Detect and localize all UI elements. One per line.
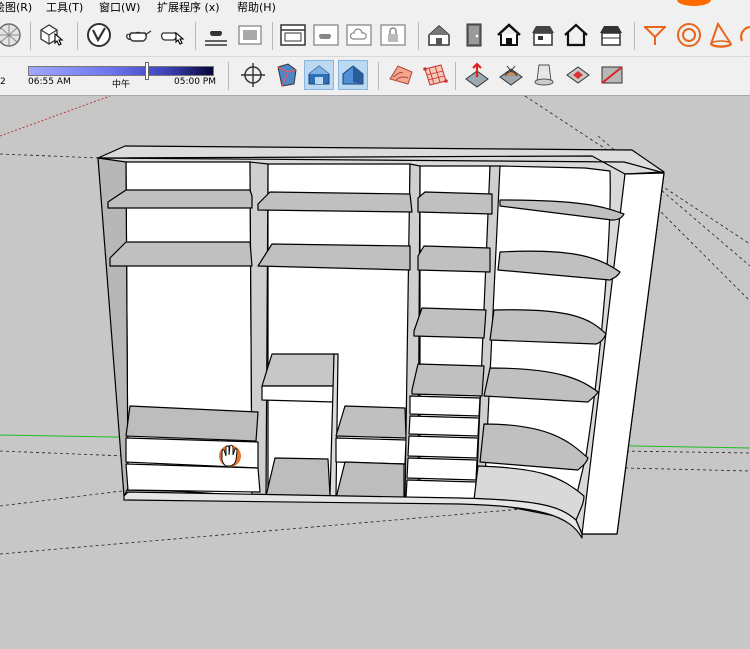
cone-icon [709,21,733,48]
orbit-icon [241,63,265,87]
terrain-icon [389,65,413,85]
component-cursor-icon [40,24,64,46]
toolbar-separator [634,22,635,50]
drape-icon [534,64,554,86]
toolbar-separator [195,22,196,50]
render-region-icon [205,31,227,46]
time-end-label: 05:00 PM [174,77,216,87]
box-gradient-icon [277,63,297,87]
wardrobe-model[interactable] [97,145,665,539]
house-outline-icon [564,23,588,47]
terrain-bump-icon [499,65,523,86]
shadow-time-slider[interactable] [28,66,214,76]
box-gradient-button[interactable] [271,60,301,90]
component-cursor-button[interactable] [37,20,67,50]
funnel-button[interactable] [640,20,670,50]
render-region-button[interactable] [201,20,231,50]
orbit-button[interactable] [238,60,268,90]
menu-bar: 绘图(R) 工具(T) 窗口(W) 扩展程序 (x) 帮助(H) [0,0,750,16]
cone-button[interactable] [707,20,737,50]
house-book-icon [428,24,450,46]
vray-logo-icon [87,23,111,47]
pan-hand-cursor-icon [219,444,241,467]
house-blue-button[interactable] [304,60,334,90]
house-blue-alt-icon [342,65,364,85]
frame-buffer-icon [238,25,262,45]
teapot-hand-icon [160,31,185,45]
time-start-label: 06:55 AM [28,77,71,87]
menu-window[interactable]: 窗口(W) [99,0,140,16]
menu-tools[interactable]: 工具(T) [46,0,83,16]
door-button[interactable] [459,20,489,50]
house-outline-button[interactable] [561,20,591,50]
cloud-render-button[interactable] [344,20,374,50]
shadow-time-panel: 06:55 AM 中午 05:00 PM [22,61,218,91]
frame-buffer-button[interactable] [235,20,265,50]
window-teapot-icon [313,24,339,46]
teapot-icon [126,30,152,42]
funnel-icon [644,26,666,45]
top-corner-logo-icon [677,0,711,6]
sphere-icon [0,23,21,47]
render-button[interactable] [124,20,154,50]
terrain-arrow-icon [465,62,489,88]
torus-icon [677,23,701,47]
house-solid-icon [497,23,521,46]
house-flat-icon [600,26,622,46]
house-blue-icon [308,65,330,85]
ring-icon [740,25,750,42]
month-label: 2 [0,77,6,87]
toolbar-separator [418,22,419,50]
window-button[interactable] [278,20,308,50]
toolbar-separator [378,62,379,90]
toolbar-separator [77,22,78,50]
toolbar-separator [30,22,31,50]
toolbar-separator [228,62,229,90]
vray-button[interactable] [84,20,114,50]
toolbar-separator [272,22,273,50]
window-icon [280,24,306,46]
sphere-button[interactable] [0,20,24,50]
terrain-arrow-button[interactable] [462,60,492,90]
menu-extensions[interactable]: 扩展程序 (x) [157,0,220,16]
menu-help[interactable]: 帮助(H) [237,0,276,16]
house-blue-alt-button[interactable] [338,60,368,90]
ring-button[interactable] [737,20,750,50]
house-book-button[interactable] [424,20,454,50]
window-teapot-button[interactable] [311,20,341,50]
house-solid-button[interactable] [494,20,524,50]
time-noon-label: 中午 [112,80,131,90]
stamp-button[interactable] [563,60,593,90]
house-roof-icon [532,26,554,46]
menu-draw[interactable]: 绘图(R) [0,0,32,16]
toolbar-bottom: 06:55 AM 中午 05:00 PM 2 [0,57,750,96]
toolbar-top [0,16,750,57]
torus-button[interactable] [674,20,704,50]
house-roof-button[interactable] [528,20,558,50]
door-icon [466,23,482,47]
terrain-bump-button[interactable] [496,60,526,90]
modeling-viewport[interactable] [0,96,750,649]
toolbar-separator [455,62,456,90]
lock-button[interactable] [378,20,408,50]
flip-icon [601,66,623,84]
shadow-slider-thumb[interactable] [145,62,150,80]
lock-icon [380,24,406,46]
terrain-button[interactable] [386,60,416,90]
grid-icon [423,64,448,86]
grid-button[interactable] [420,60,450,90]
drape-button[interactable] [529,60,559,90]
cloud-icon [346,24,372,46]
flip-button[interactable] [597,60,627,90]
interactive-render-button[interactable] [158,20,188,50]
house-flat-button[interactable] [596,20,626,50]
stamp-icon [566,66,590,84]
